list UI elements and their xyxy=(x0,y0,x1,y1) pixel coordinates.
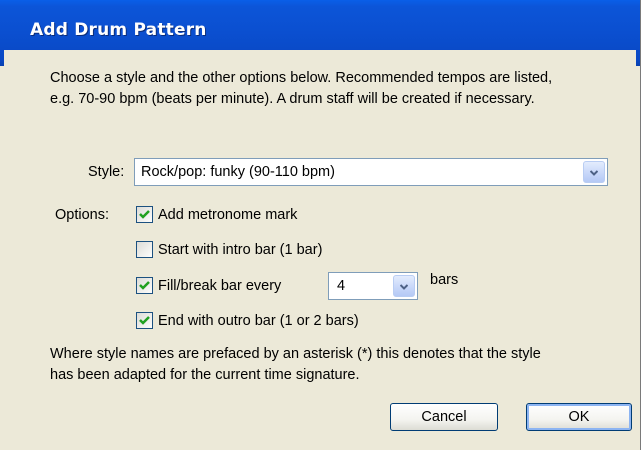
note-line-1: Where style names are prefaced by an ast… xyxy=(50,346,541,362)
fill-every-value: 4 xyxy=(337,278,346,294)
checkmark-icon xyxy=(139,210,150,219)
add-drum-pattern-dialog: Add Drum Pattern Choose a style and the … xyxy=(0,0,641,450)
description-line-2: e.g. 70-90 bpm (beats per minute). A dru… xyxy=(50,91,535,107)
metronome-checkbox[interactable] xyxy=(136,206,153,223)
intro-checkbox[interactable] xyxy=(136,241,153,258)
fill-every-dropdown-button[interactable] xyxy=(393,275,415,297)
checkmark-icon xyxy=(139,281,150,290)
outro-checkbox[interactable] xyxy=(136,312,153,329)
outro-label[interactable]: End with outro bar (1 or 2 bars) xyxy=(158,313,359,329)
style-dropdown[interactable]: Rock/pop: funky (90-110 bpm) xyxy=(134,158,608,186)
intro-label[interactable]: Start with intro bar (1 bar) xyxy=(158,242,322,258)
chevron-down-icon xyxy=(400,284,408,290)
chevron-down-icon xyxy=(590,170,598,176)
checkmark-icon xyxy=(139,316,150,325)
description-line-1: Choose a style and the other options bel… xyxy=(50,70,553,86)
asterisk-note: Where style names are prefaced by an ast… xyxy=(50,344,630,386)
options-label: Options: xyxy=(55,207,109,223)
note-line-2: has been adapted for the current time si… xyxy=(50,367,360,383)
description: Choose a style and the other options bel… xyxy=(50,68,630,110)
style-label: Style: xyxy=(88,164,125,180)
bars-label: bars xyxy=(430,272,459,288)
fill-label[interactable]: Fill/break bar every xyxy=(158,278,281,294)
ok-button[interactable]: OK xyxy=(526,403,632,431)
style-selected-value: Rock/pop: funky (90-110 bpm) xyxy=(141,164,335,180)
dialog-title: Add Drum Pattern xyxy=(30,20,207,40)
fill-checkbox[interactable] xyxy=(136,277,153,294)
metronome-label[interactable]: Add metronome mark xyxy=(158,207,297,223)
cancel-button[interactable]: Cancel xyxy=(390,403,498,431)
style-dropdown-button[interactable] xyxy=(583,161,605,183)
fill-every-dropdown[interactable]: 4 xyxy=(328,272,418,300)
